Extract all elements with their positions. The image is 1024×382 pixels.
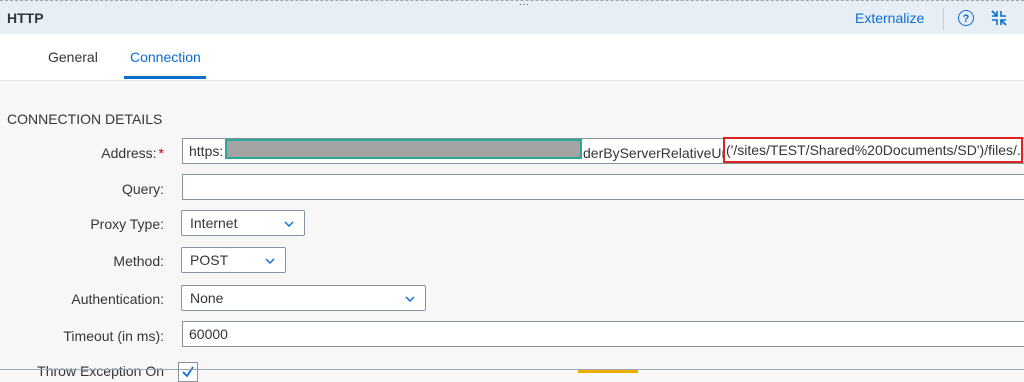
method-value: POST [190, 252, 229, 268]
authentication-select[interactable]: None [181, 285, 426, 311]
address-value-prefix: https: [189, 143, 224, 159]
timeout-label: Timeout (in ms): [63, 328, 164, 344]
divider [943, 8, 944, 30]
checkmark-icon [182, 366, 194, 378]
proxy-type-select[interactable]: Internet [181, 210, 305, 236]
method-select[interactable]: POST [181, 247, 286, 273]
address-highlighted-segment: ('/sites/TEST/Shared%20Documents/SD')/fi… [723, 137, 1023, 163]
drag-handle[interactable]: ... [519, 0, 530, 7]
chevron-down-icon [265, 258, 275, 264]
section-title: CONNECTION DETAILS [7, 111, 163, 127]
masked-url-segment [225, 139, 582, 159]
proxy-type-label: Proxy Type: [90, 216, 164, 232]
proxy-type-value: Internet [190, 215, 238, 231]
chevron-down-icon [405, 296, 415, 302]
active-tab-indicator [124, 76, 206, 79]
tab-bar: General Connection [0, 34, 1024, 81]
timeout-input[interactable]: 60000 [182, 321, 1024, 347]
authentication-value: None [190, 290, 224, 306]
chevron-down-icon [284, 221, 294, 227]
tab-connection[interactable]: Connection [130, 49, 201, 65]
externalize-link[interactable]: Externalize [855, 10, 924, 26]
exit-fullscreen-icon[interactable] [990, 9, 1008, 27]
tab-general[interactable]: General [48, 49, 98, 65]
required-mark: * [158, 145, 164, 161]
address-label: Address: * [6, 145, 164, 161]
query-label: Query: [121, 181, 164, 197]
throw-exception-checkbox[interactable] [178, 362, 198, 382]
query-input[interactable] [182, 174, 1024, 200]
method-label: Method: [113, 253, 164, 269]
address-label-text: Address: [101, 145, 157, 161]
header-bar: ... HTTP Externalize ? [0, 0, 1024, 34]
help-icon[interactable]: ? [958, 10, 974, 26]
throw-exception-label: Throw Exception On [37, 363, 164, 379]
divider [0, 369, 1024, 370]
page-title: HTTP [7, 10, 44, 26]
address-value-end: ('/sites/TEST/Shared%20Documents/SD')/fi… [726, 142, 1023, 158]
address-value-middle: derByServerRelativeUrl [583, 145, 730, 161]
authentication-label: Authentication: [71, 291, 164, 307]
